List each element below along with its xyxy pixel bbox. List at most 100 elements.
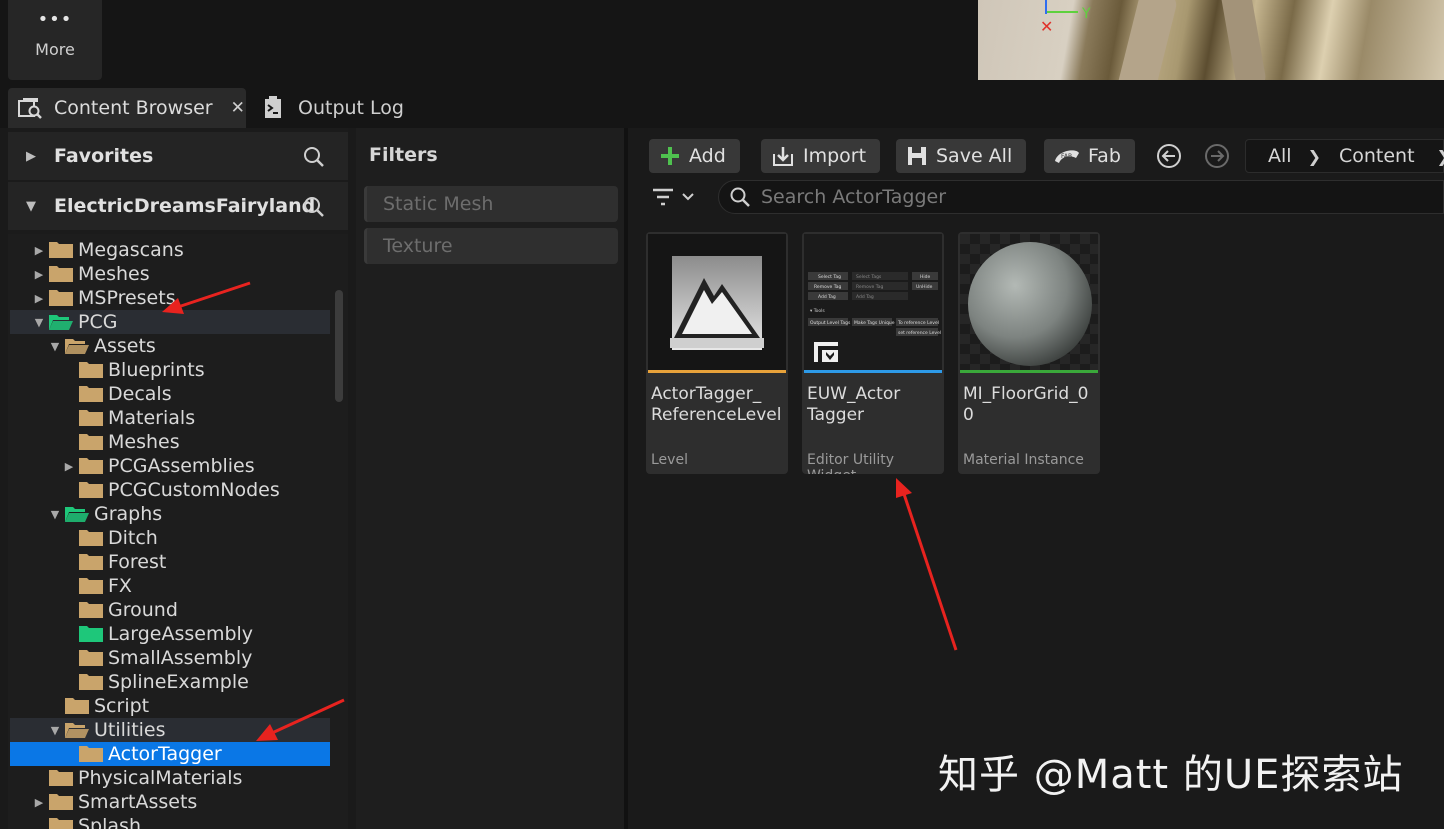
tree-item-graphs[interactable]: ▼ Graphs [10,502,330,526]
chevron-right-icon[interactable]: ❯ [1437,147,1444,166]
asset-type-stripe [804,370,942,373]
expand-right-icon[interactable]: ▶ [32,796,46,809]
asset-thumbnail: Select Tag Select Tags Hide Remove Tag R… [804,234,942,370]
asset-name-line: Tagger [807,405,865,425]
tab-label: Content Browser [54,97,213,119]
svg-text:Remove Tag: Remove Tag [814,284,841,290]
chevron-right-icon[interactable]: ❯ [1308,147,1321,166]
breadcrumb-all[interactable]: All [1268,145,1292,167]
tree-item-label: LargeAssembly [108,623,254,645]
fab-button[interactable]: FAB Fab [1044,139,1135,173]
tab-content-browser[interactable]: Content Browser ✕ [8,88,246,128]
folder-icon [48,289,74,307]
search-icon[interactable] [302,195,326,219]
tab-output-log[interactable]: Output Log [256,88,404,128]
expand-right-icon[interactable]: ▶ [32,244,46,257]
asset-tile-level[interactable]: ActorTagger_ ReferenceLevel Level [646,232,788,474]
expand-right-icon[interactable]: ▶ [62,460,76,473]
expand-down-icon[interactable]: ▼ [32,316,46,329]
expand-down-icon[interactable]: ▼ [48,724,62,737]
tree-item-actortagger[interactable]: ActorTagger [10,742,330,766]
folder-icon [78,673,104,691]
import-button[interactable]: Import [761,139,881,173]
tree-scrollbar[interactable] [335,290,343,402]
svg-text:Remove Tag: Remove Tag [856,284,883,290]
filter-chip-static-mesh[interactable]: Static Mesh [364,186,618,222]
more-button[interactable]: ••• More [8,0,102,80]
asset-name: MI_FloorGrid_00 [963,384,1089,425]
tree-item-materials[interactable]: Materials [10,406,330,430]
tree-item-pcgcustomnodes[interactable]: PCGCustomNodes [10,478,330,502]
folder-icon [78,481,104,499]
folder-tree[interactable]: ▶ Megascans ▶ Meshes ▶ MSPresets ▼ PCG ▼ Assets Bl… [8,234,348,829]
add-label: Add [689,145,726,167]
close-icon[interactable]: ✕ [231,98,245,118]
folder-icon [78,577,104,595]
asset-type-stripe [648,370,786,373]
asset-name: ActorTagger_ ReferenceLevel [651,384,785,426]
project-label: ElectricDreamsFairyland [54,195,316,217]
breadcrumb-content[interactable]: Content [1339,145,1415,167]
project-header[interactable]: ▼ ElectricDreamsFairyland [8,182,348,230]
tree-item-smallassembly[interactable]: SmallAssembly [10,646,330,670]
watermark-text: 知乎 @Matt 的UE探索站 [938,752,1404,798]
filters-panel: Filters Static Mesh Texture [356,128,624,829]
filter-dropdown-icon[interactable] [650,186,702,210]
tree-item-splash[interactable]: Splash [10,814,330,829]
tree-item-decals[interactable]: Decals [10,382,330,406]
tree-item-utilities[interactable]: ▼ Utilities [10,718,330,742]
svg-text:Select Tag: Select Tag [818,274,841,280]
viewport-preview[interactable]: ✕ Y [978,0,1444,80]
tree-item-assets[interactable]: ▼ Assets [10,334,330,358]
tree-item-ditch[interactable]: Ditch [10,526,330,550]
save-all-button[interactable]: Save All [896,139,1027,173]
tree-item-script[interactable]: Script [10,694,330,718]
tree-item-largeassembly[interactable]: LargeAssembly [10,622,330,646]
svg-text:▾ Tools: ▾ Tools [810,308,825,314]
folder-icon [78,601,104,619]
history-forward-icon[interactable] [1204,143,1230,169]
tree-item-label: Blueprints [108,359,205,381]
expand-down-icon[interactable]: ▼ [8,199,54,214]
folder-icon [78,649,104,667]
search-icon [729,186,751,208]
search-icon[interactable] [302,145,326,169]
asset-thumbnail [960,234,1098,370]
tree-item-meshes[interactable]: Meshes [10,430,330,454]
expand-down-icon[interactable]: ▼ [48,508,62,521]
expand-down-icon[interactable]: ▼ [48,340,62,353]
level-icon [670,256,764,350]
expand-right-icon[interactable]: ▶ [32,268,46,281]
tree-item-mspresets[interactable]: ▶ MSPresets [10,286,330,310]
tree-item-splineexample[interactable]: SplineExample [10,670,330,694]
tree-item-forest[interactable]: Forest [10,550,330,574]
tree-item-label: PhysicalMaterials [78,767,243,789]
svg-text:set reference Level: set reference Level [898,330,941,336]
expand-right-icon[interactable]: ▶ [8,149,54,164]
expand-right-icon[interactable]: ▶ [32,292,46,305]
folder-icon [78,625,104,643]
add-button[interactable]: Add [649,139,740,173]
favorites-header[interactable]: ▶ Favorites [8,132,348,180]
tree-item-pcgassemblies[interactable]: ▶ PCGAssemblies [10,454,330,478]
svg-text:FAB: FAB [1061,153,1072,160]
asset-tile-material-instance[interactable]: MI_FloorGrid_00 Material Instance [958,232,1100,474]
folder-icon [48,793,74,811]
tree-item-meshes[interactable]: ▶ Meshes [10,262,330,286]
asset-type-stripe [960,370,1098,373]
asset-name-line: EUW_Actor [807,384,901,404]
history-back-icon[interactable] [1156,143,1182,169]
tree-item-physicalmaterials[interactable]: PhysicalMaterials [10,766,330,790]
tree-item-fx[interactable]: FX [10,574,330,598]
tab-bar: Content Browser ✕ Output Log [0,80,1444,128]
tree-item-blueprints[interactable]: Blueprints [10,358,330,382]
tree-item-pcg[interactable]: ▼ PCG [10,310,330,334]
tree-item-ground[interactable]: Ground [10,598,330,622]
filter-chip-texture[interactable]: Texture [364,228,618,264]
tree-item-smartassets[interactable]: ▶ SmartAssets [10,790,330,814]
asset-name-line: ReferenceLevel [651,405,782,425]
tree-item-megascans[interactable]: ▶ Megascans [10,238,330,262]
asset-tile-editor-utility-widget[interactable]: Select Tag Select Tags Hide Remove Tag R… [802,232,944,474]
asset-search-bar[interactable]: Search ActorTagger [718,180,1444,214]
asset-type-label: Material Instance [963,452,1084,468]
